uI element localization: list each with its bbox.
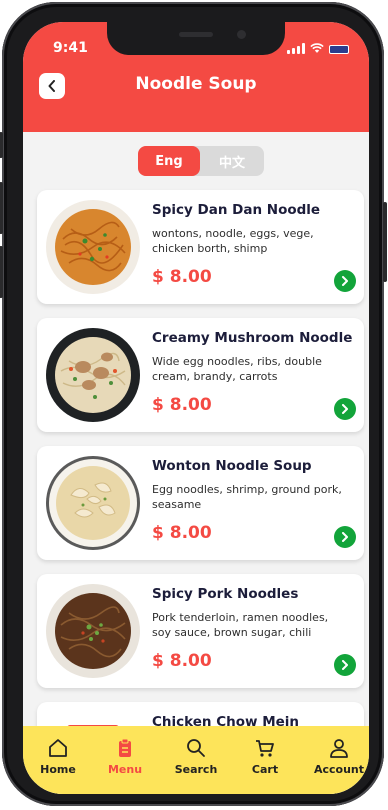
tab-home[interactable]: Home <box>28 738 88 776</box>
chevron-right-icon <box>342 660 348 670</box>
clipboard-icon <box>119 738 131 757</box>
mute-switch <box>0 132 3 158</box>
menu-item-card[interactable]: Spicy Pork Noodles Pork tenderloin, rame… <box>37 574 364 688</box>
search-icon <box>187 739 205 757</box>
cart-icon <box>256 740 274 757</box>
dish-name: Creamy Mushroom Noodle <box>152 330 353 346</box>
signal-icon <box>287 43 305 54</box>
dish-description: Wide egg noodles, ribs, double cream, br… <box>152 355 322 383</box>
dish-price: $ 8.00 <box>152 395 212 415</box>
notch <box>107 22 285 55</box>
page-title: Noodle Soup <box>135 74 257 94</box>
tab-search[interactable]: Search <box>166 738 226 776</box>
status-icons <box>287 42 349 54</box>
dish-image <box>45 455 141 551</box>
chevron-right-icon <box>342 532 348 542</box>
user-icon <box>330 739 348 758</box>
tab-menu[interactable]: Menu <box>95 738 155 776</box>
dish-description: Egg noodles, shrimp, ground pork, seasam… <box>152 483 342 511</box>
tab-account[interactable]: Account <box>309 738 369 776</box>
lang-option-chinese[interactable]: 中文 <box>200 146 264 176</box>
dish-description: wontons, noodle, eggs, vege, chicken bor… <box>152 227 314 255</box>
bottom-tab-bar: Home Menu Search Cart Account <box>23 726 369 794</box>
dish-image <box>45 583 141 679</box>
dish-name: Spicy Pork Noodles <box>152 586 299 602</box>
view-item-button[interactable] <box>334 270 356 292</box>
menu-item-card[interactable]: Wonton Noodle Soup Egg noodles, shrimp, … <box>37 446 364 560</box>
dish-price: $ 8.00 <box>152 651 212 671</box>
volume-down-button <box>0 246 3 298</box>
view-item-button[interactable] <box>334 526 356 548</box>
view-item-button[interactable] <box>334 398 356 420</box>
battery-icon <box>329 45 349 54</box>
dish-price: $ 8.00 <box>152 523 212 543</box>
status-time: 9:41 <box>53 40 88 56</box>
view-item-button[interactable] <box>334 654 356 676</box>
tab-label: Search <box>174 763 218 776</box>
tab-label: Home <box>40 763 76 776</box>
dish-price: $ 8.00 <box>152 267 212 287</box>
dish-name: Wonton Noodle Soup <box>152 458 312 474</box>
menu-item-card[interactable]: Spicy Dan Dan Noodle wontons, noodle, eg… <box>37 190 364 304</box>
dish-description: Pork tenderloin, ramen noodles, soy sauc… <box>152 611 329 639</box>
wifi-icon <box>310 43 324 53</box>
tab-label: Cart <box>251 763 279 776</box>
menu-item-card[interactable]: Creamy Mushroom Noodle Wide egg noodles,… <box>37 318 364 432</box>
lang-option-eng[interactable]: Eng <box>138 146 200 176</box>
language-toggle[interactable]: Eng 中文 <box>138 146 264 176</box>
tab-cart[interactable]: Cart <box>235 738 295 776</box>
power-button <box>383 202 387 282</box>
app-header: 9:41 Noodle Soup <box>23 22 369 132</box>
dish-name: Spicy Dan Dan Noodle <box>152 202 321 218</box>
chevron-right-icon <box>342 276 348 286</box>
tab-label: Account <box>313 763 365 776</box>
home-icon <box>49 739 67 757</box>
phone-frame: 9:41 Noodle Soup Eng 中文 Spicy Dan Dan No… <box>0 2 387 806</box>
tab-label: Menu <box>107 763 143 776</box>
dish-image <box>45 199 141 295</box>
chevron-right-icon <box>342 404 348 414</box>
volume-up-button <box>0 182 3 234</box>
app-screen: 9:41 Noodle Soup Eng 中文 Spicy Dan Dan No… <box>23 22 369 794</box>
dish-image <box>45 327 141 423</box>
